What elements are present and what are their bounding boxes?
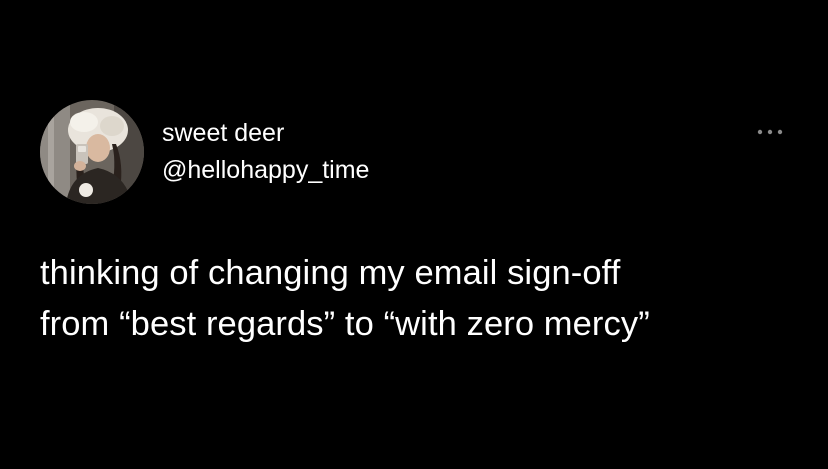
author-handle[interactable]: @hellohappy_time [162, 155, 369, 185]
more-horizontal-icon [757, 129, 783, 135]
tweet-card: sweet deer @hellohappy_time thinking of … [0, 0, 828, 469]
author-display-name[interactable]: sweet deer [162, 118, 284, 148]
author-avatar[interactable] [40, 100, 144, 204]
tweet-text-line: thinking of changing my email sign-off [40, 254, 621, 292]
tweet-text: thinking of changing my email sign-off f… [40, 248, 810, 350]
more-options-button[interactable] [752, 120, 792, 140]
profile-photo-icon [40, 100, 144, 204]
tweet-text-line: from “best regards” to “with zero mercy” [40, 305, 650, 343]
